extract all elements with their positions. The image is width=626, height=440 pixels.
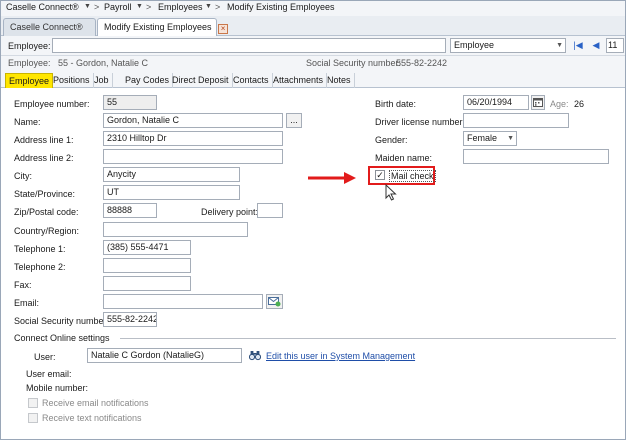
user-label: User: — [34, 352, 56, 362]
previous-record-icon[interactable]: ◀ — [590, 39, 602, 52]
summary-employee-label: Employee: — [8, 58, 51, 68]
breadcrumb-item-payroll[interactable]: Payroll — [104, 2, 132, 12]
fax-label: Fax: — [14, 280, 32, 290]
ssn-field[interactable]: 555-82-2242 — [103, 312, 157, 327]
edit-user-link[interactable]: Edit this user in System Management — [266, 351, 415, 361]
calendar-icon — [533, 98, 543, 107]
summary-employee-value: 55 - Gordon, Natalie C — [58, 58, 149, 68]
tab-label: Caselle Connect® — [10, 22, 83, 32]
name-label: Name: — [14, 117, 41, 127]
name-field[interactable]: Gordon, Natalie C — [103, 113, 283, 128]
send-email-button[interactable] — [266, 294, 283, 309]
driver-license-field[interactable] — [463, 113, 569, 128]
maiden-name-field[interactable] — [463, 149, 609, 164]
zip-label: Zip/Postal code: — [14, 207, 79, 217]
name-lookup-button[interactable]: ... — [286, 113, 302, 128]
chevron-right-icon: > — [146, 2, 152, 12]
employee-number-field: 55 — [103, 95, 157, 110]
age-value: 26 — [574, 99, 585, 109]
breadcrumb-item-employees[interactable]: Employees — [158, 2, 203, 12]
address2-field[interactable] — [103, 149, 283, 164]
mail-check-checkbox[interactable]: ✓ — [375, 170, 385, 180]
close-icon[interactable]: × — [218, 24, 229, 34]
email-icon — [268, 297, 281, 307]
age-label: Age: — [550, 99, 569, 109]
search-mode-select[interactable]: Employee ▼ — [450, 38, 566, 53]
tab-pay-codes[interactable]: Pay Codes — [122, 73, 174, 88]
mobile-number-label: Mobile number: — [26, 383, 89, 393]
receive-email-checkbox — [28, 398, 38, 408]
telephone2-label: Telephone 2: — [14, 262, 66, 272]
user-field[interactable]: Natalie C Gordon (NatalieG) — [87, 348, 242, 363]
user-email-label: User email: — [26, 369, 72, 379]
email-label: Email: — [14, 298, 40, 308]
chevron-right-icon: > — [94, 2, 100, 12]
section-divider — [120, 338, 616, 339]
annotation-arrow — [308, 172, 356, 184]
city-field[interactable]: Anycity — [103, 167, 240, 182]
telephone2-field[interactable] — [103, 258, 191, 273]
mail-check-label[interactable]: Mail check — [389, 170, 436, 182]
summary-ssn-value: 555-82-2242 — [396, 58, 448, 68]
driver-license-label: Driver license number: — [375, 117, 466, 127]
zip-field[interactable]: 88888 — [103, 203, 157, 218]
tab-job[interactable]: Job — [91, 73, 113, 88]
tab-notes[interactable]: Notes — [324, 73, 355, 88]
address2-label: Address line 2: — [14, 153, 74, 163]
chevron-down-icon[interactable]: ▼ — [136, 3, 143, 10]
country-label: Country/Region: — [14, 226, 80, 236]
employee-search-input[interactable] — [52, 38, 446, 53]
tab-contacts[interactable]: Contacts — [230, 73, 273, 88]
state-label: State/Province: — [14, 189, 76, 199]
tab-direct-deposit[interactable]: Direct Deposit — [169, 73, 233, 88]
country-field[interactable] — [103, 222, 248, 237]
breadcrumb-item-caselle-connect[interactable]: Caselle Connect® — [6, 2, 79, 12]
chevron-down-icon: ▼ — [556, 42, 563, 49]
tab-label: Modify Existing Employees — [104, 22, 212, 32]
receive-text-checkbox — [28, 413, 38, 423]
maiden-name-label: Maiden name: — [375, 153, 433, 163]
delivery-point-label: Delivery point: — [201, 207, 259, 217]
binoculars-icon[interactable] — [249, 349, 261, 361]
fax-field[interactable] — [103, 276, 191, 291]
tab-caselle-connect[interactable]: Caselle Connect® — [3, 18, 96, 36]
receive-email-label: Receive email notifications — [42, 398, 149, 408]
chevron-down-icon[interactable]: ▼ — [205, 3, 212, 10]
address1-label: Address line 1: — [14, 135, 74, 145]
city-label: City: — [14, 171, 32, 181]
mouse-cursor-icon — [385, 184, 397, 201]
chevron-down-icon[interactable]: ▼ — [84, 3, 91, 10]
telephone1-label: Telephone 1: — [14, 244, 66, 254]
address1-field[interactable]: 2310 Hilltop Dr — [103, 131, 283, 146]
telephone1-field[interactable]: (385) 555-4471 — [103, 240, 191, 255]
tab-employee[interactable]: Employee — [5, 73, 54, 88]
breadcrumb-item-modify-existing-employees: Modify Existing Employees — [227, 2, 335, 12]
first-record-icon[interactable]: |◀ — [572, 39, 584, 52]
employee-number-label: Employee number: — [14, 99, 90, 109]
chevron-right-icon: > — [215, 2, 221, 12]
birth-date-field[interactable]: 06/20/1994 — [463, 95, 529, 110]
tab-attachments[interactable]: Attachments — [270, 73, 328, 88]
ssn-label: Social Security number: — [14, 316, 110, 326]
search-mode-value: Employee — [454, 40, 495, 50]
chevron-down-icon: ▼ — [507, 135, 514, 142]
birth-date-label: Birth date: — [375, 99, 417, 109]
gender-select[interactable]: Female ▼ — [463, 131, 517, 146]
delivery-point-field[interactable] — [257, 203, 283, 218]
gender-value: Female — [467, 133, 498, 143]
email-field[interactable] — [103, 294, 263, 309]
date-picker-button[interactable] — [531, 95, 545, 110]
receive-text-label: Receive text notifications — [42, 413, 142, 423]
tab-positions[interactable]: Positions — [50, 73, 94, 88]
record-number-field[interactable]: 11 — [606, 38, 624, 53]
employee-selector-label: Employee: — [8, 41, 51, 51]
summary-ssn-label: Social Security number: — [306, 58, 402, 68]
gender-label: Gender: — [375, 135, 408, 145]
tab-modify-existing-employees[interactable]: Modify Existing Employees × — [97, 18, 229, 37]
state-field[interactable]: UT — [103, 185, 240, 200]
connect-online-heading: Connect Online settings — [14, 333, 110, 343]
